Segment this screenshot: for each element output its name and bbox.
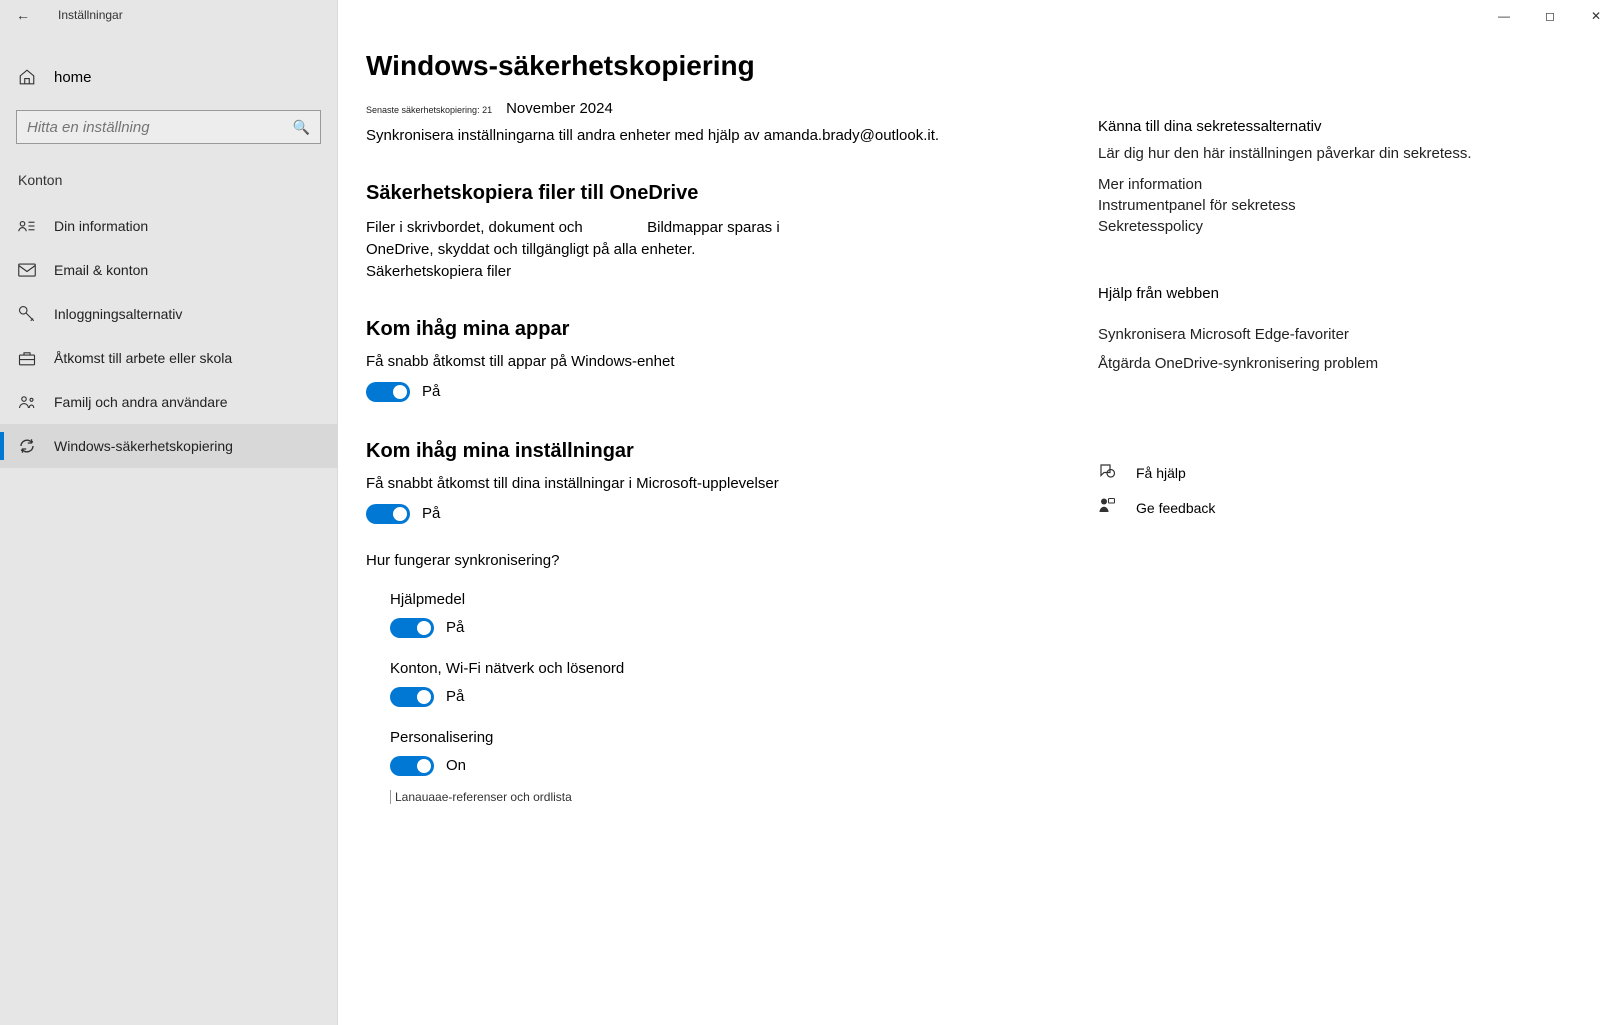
settings-toggle-state: På [422,505,440,522]
minimize-button[interactable]: — [1481,0,1527,32]
mail-icon [18,261,36,279]
apps-toggle[interactable] [366,382,410,402]
onedrive-body-p1: Filer i skrivbordet, dokument och [366,219,583,236]
titlebar: ← Inställningar [0,0,337,30]
apps-heading: Kom ihåg mina appar [366,318,1058,341]
sub-personalization-state: On [446,757,466,774]
sub-personalization: Personalisering On [390,729,1058,776]
sidebar-item-your-info[interactable]: Din information [0,204,337,248]
privacy-text: Lär dig hur den här inställningen påverk… [1098,143,1599,166]
page-title: Windows-säkerhetskopiering [366,50,1058,82]
webhelp-group: Hjälp från webben Synkronisera Microsoft… [1098,285,1599,372]
sidebar-item-label: Din information [54,218,148,234]
onedrive-body: Filer i skrivbordet, dokument och Bildma… [366,217,796,261]
search-input[interactable] [27,119,293,136]
link-sync-edge[interactable]: Synkronisera Microsoft Edge-favoriter [1098,326,1599,343]
sub-accounts-toggle[interactable] [390,687,434,707]
onedrive-backup-link[interactable]: Säkerhetskopiera filer [366,263,1058,280]
webhelp-heading: Hjälp från webben [1098,285,1599,302]
sidebar-item-email-accounts[interactable]: Email & konton [0,248,337,292]
sidebar-home[interactable]: home [0,58,337,96]
feedback-icon [1098,497,1116,520]
sub-personalization-label: Personalisering [390,729,1058,746]
briefcase-icon [18,349,36,367]
last-backup-date: November 2024 [506,100,613,117]
get-help-row[interactable]: Få hjälp [1098,462,1599,485]
sidebar-item-label: Familj och andra användare [54,394,228,410]
onedrive-body-p2: Bildmappar sparas i [647,219,780,236]
sync-icon [18,437,36,455]
close-button[interactable]: ✕ [1573,0,1619,32]
help-icon [1098,462,1116,485]
privacy-group: Känna till dina sekretessalternativ Lär … [1098,118,1599,235]
feedback-row[interactable]: Ge feedback [1098,497,1599,520]
content: Windows-säkerhetskopiering Senaste säker… [338,50,1058,1025]
sidebar-item-label: Åtkomst till arbete eller skola [54,350,232,366]
search-icon: 🔍 [293,119,310,136]
onedrive-heading: Säkerhetskopiera filer till OneDrive [366,182,1058,205]
sidebar-item-signin-options[interactable]: Inloggningsalternativ [0,292,337,336]
section-remember-apps: Kom ihåg mina appar Få snabb åtkomst til… [366,318,1058,402]
apps-toggle-state: På [422,383,440,400]
privacy-heading: Känna till dina sekretessalternativ [1098,118,1599,135]
search-box[interactable]: 🔍 [16,110,321,144]
link-more-info[interactable]: Mer information [1098,176,1599,193]
section-remember-settings: Kom ihåg mina inställningar Få snabbt åt… [366,440,1058,804]
onedrive-body-p3: OneDrive, skyddat och tillgängligt på al… [366,241,695,258]
settings-desc: Få snabbt åtkomst till dina inställninga… [366,475,1058,492]
key-icon [18,305,36,323]
sub-accounts-label: Konton, Wi-Fi nätverk och lösenord [390,660,1058,677]
back-arrow-icon[interactable]: ← [16,7,30,23]
sub-accessibility: Hjälpmedel På [390,591,1058,638]
settings-heading: Kom ihåg mina inställningar [366,440,1058,463]
sidebar-item-label: Email & konton [54,262,148,278]
category-label: Konton [0,144,337,204]
home-icon [18,68,36,86]
sidebar: ← Inställningar home 🔍 Konton Din inform… [0,0,338,1025]
sidebar-item-label: Windows-säkerhetskopiering [54,438,233,454]
sub-accounts: Konton, Wi-Fi nätverk och lösenord På [390,660,1058,707]
sub-accounts-state: På [446,688,464,705]
settings-toggle[interactable] [366,504,410,524]
section-onedrive: Säkerhetskopiera filer till OneDrive Fil… [366,182,1058,280]
apps-desc: Få snabb åtkomst till appar på Windows-e… [366,353,1058,370]
person-card-icon [18,217,36,235]
right-panel: Känna till dina sekretessalternativ Lär … [1058,50,1619,1025]
sub-accessibility-toggle[interactable] [390,618,434,638]
get-help-label: Få hjälp [1136,465,1186,481]
sub-personalization-toggle[interactable] [390,756,434,776]
sync-description: Synkronisera inställningarna till andra … [366,127,1058,144]
link-privacy-dashboard[interactable]: Instrumentpanel för sekretess [1098,197,1599,214]
sidebar-item-work-access[interactable]: Åtkomst till arbete eller skola [0,336,337,380]
how-sync-works-link[interactable]: Hur fungerar synkronisering? [366,552,1058,569]
feedback-label: Ge feedback [1136,500,1215,516]
sidebar-item-family[interactable]: Familj och andra användare [0,380,337,424]
last-backup-row: Senaste säkerhetskopiering: 21 November … [366,100,1058,117]
sub-language-label: Lanauaae-referenser och ordlista [390,790,1058,804]
settings-toggle-row: På [366,504,1058,524]
search-row: 🔍 [16,110,321,144]
main: — ◻ ✕ Windows-säkerhetskopiering Senaste… [338,0,1619,1025]
maximize-button[interactable]: ◻ [1527,0,1573,32]
window-controls: — ◻ ✕ [1481,0,1619,32]
apps-toggle-row: På [366,382,1058,402]
sidebar-item-backup[interactable]: Windows-säkerhetskopiering [0,424,337,468]
last-backup-label: Senaste säkerhetskopiering: 21 [366,105,492,115]
sub-accessibility-label: Hjälpmedel [390,591,1058,608]
sidebar-item-label: Inloggningsalternativ [54,306,182,322]
home-label: home [54,69,92,86]
link-fix-onedrive[interactable]: Åtgärda OneDrive-synkronisering problem [1098,355,1599,372]
people-icon [18,393,36,411]
sub-accessibility-state: På [446,619,464,636]
link-privacy-policy[interactable]: Sekretesspolicy [1098,218,1599,235]
app-title: Inställningar [58,8,123,22]
